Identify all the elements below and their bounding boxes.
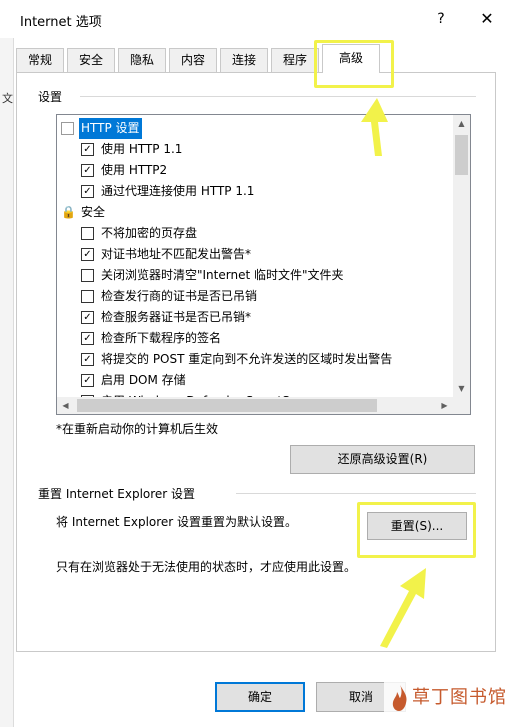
settings-option[interactable]: ✓ 检查所下载程序的签名 (59, 328, 451, 349)
tab-connections[interactable]: 连接 (220, 48, 268, 72)
tab-label: 连接 (231, 53, 256, 67)
restart-note: *在重新启动你的计算机后生效 (56, 422, 219, 436)
settings-option[interactable]: 不将加密的页存盘 (59, 223, 451, 244)
scroll-left-icon[interactable]: ◀ (57, 397, 74, 414)
tab-label: 程序 (282, 53, 307, 67)
background-window-edge: 文 (0, 38, 14, 727)
checkbox-checked[interactable]: ✓ (81, 353, 94, 366)
tab-content[interactable]: 内容 (169, 48, 217, 72)
restore-advanced-settings-button[interactable]: 还原高级设置(R) (290, 445, 475, 474)
tab-general[interactable]: 常规 (16, 48, 64, 72)
tab-label: 常规 (27, 53, 52, 67)
settings-option[interactable]: ✓ 将提交的 POST 重定向到不允许发送的区域时发出警告 (59, 349, 451, 370)
help-button[interactable]: ? (430, 8, 452, 30)
highlight-advanced-tab (314, 40, 394, 88)
window-title: Internet 选项 (20, 15, 102, 30)
flame-logo-icon (392, 685, 407, 711)
settings-group-label: 设置 (38, 88, 67, 105)
tab-label: 安全 (78, 53, 103, 67)
tab-label: 内容 (180, 53, 205, 67)
checkbox-unchecked[interactable] (81, 290, 94, 303)
settings-list: HTTP 设置 ✓ 使用 HTTP 1.1 ✓ 使用 HTTP2 ✓ 通过代理连接使用 HT… (59, 118, 451, 412)
option-label: 对证书地址不匹配发出警告* (101, 247, 252, 261)
checkbox-checked[interactable]: ✓ (81, 374, 94, 387)
horizontal-scroll-thumb[interactable] (77, 399, 377, 412)
highlight-reset-button (357, 502, 476, 558)
settings-option[interactable]: ✓ 检查服务器证书是否已吊销* (59, 307, 451, 328)
arrow-diagonal-icon (380, 568, 426, 648)
checkbox-checked[interactable]: ✓ (81, 164, 94, 177)
option-label: 检查发行商的证书是否已吊销 (101, 289, 258, 303)
watermark: 草丁图书馆 (384, 676, 511, 727)
settings-option[interactable]: ✓ 使用 HTTP2 (59, 160, 451, 181)
tab-security[interactable]: 安全 (67, 48, 115, 72)
tab-privacy[interactable]: 隐私 (118, 48, 166, 72)
settings-category[interactable]: 🔒 安全 (59, 202, 451, 223)
reset-group-line (236, 493, 476, 494)
option-label: 使用 HTTP 1.1 (101, 142, 183, 156)
checkbox-checked[interactable]: ✓ (81, 332, 94, 345)
title-bar: Internet 选项 ? ✕ (0, 0, 511, 38)
settings-option[interactable]: ✓ 对证书地址不匹配发出警告* (59, 244, 451, 265)
checkbox-checked[interactable]: ✓ (81, 248, 94, 261)
settings-option[interactable]: ✓ 启用 DOM 存储 (59, 370, 451, 391)
reset-note: 只有在浏览器处于无法使用的状态时，才应使用此设置。 (56, 560, 357, 574)
document-icon (61, 122, 74, 135)
horizontal-scrollbar[interactable]: ◀ ▶ (57, 397, 453, 414)
reset-group-label: 重置 Internet Explorer 设置 (38, 485, 200, 502)
option-label: 不将加密的页存盘 (101, 226, 198, 240)
settings-option[interactable]: ✓ 通过代理连接使用 HTTP 1.1 (59, 181, 451, 202)
settings-group-line (80, 96, 476, 97)
lock-icon: 🔒 (61, 205, 76, 219)
settings-option[interactable]: 关闭浏览器时清空"Internet 临时文件"文件夹 (59, 265, 451, 286)
checkbox-checked[interactable]: ✓ (81, 185, 94, 198)
option-label: 检查所下载程序的签名 (101, 331, 222, 345)
option-label: 通过代理连接使用 HTTP 1.1 (101, 184, 255, 198)
reset-description: 将 Internet Explorer 设置重置为默认设置。 (56, 515, 298, 529)
close-button[interactable]: ✕ (474, 8, 500, 30)
option-label: 启用 DOM 存储 (101, 373, 186, 387)
ok-button[interactable]: 确定 (215, 682, 305, 712)
settings-option[interactable]: 检查发行商的证书是否已吊销 (59, 286, 451, 307)
vertical-scroll-thumb[interactable] (455, 135, 468, 175)
watermark-text: 草丁图书馆 (412, 687, 507, 708)
category-label: HTTP 设置 (79, 118, 142, 139)
option-label: 检查服务器证书是否已吊销* (101, 310, 252, 324)
category-label: 安全 (81, 205, 106, 219)
vertical-scrollbar[interactable]: ▲ ▼ (453, 115, 470, 397)
settings-tree[interactable]: HTTP 设置 ✓ 使用 HTTP 1.1 ✓ 使用 HTTP2 ✓ 通过代理连接使用 HT… (56, 114, 471, 415)
checkbox-checked[interactable]: ✓ (81, 143, 94, 156)
option-label: 关闭浏览器时清空"Internet 临时文件"文件夹 (101, 268, 344, 282)
option-label: 使用 HTTP2 (101, 163, 168, 177)
arrow-up-icon (361, 98, 388, 156)
option-label: 将提交的 POST 重定向到不允许发送的区域时发出警告 (101, 352, 393, 366)
scrollbar-corner (453, 397, 470, 414)
scroll-down-icon[interactable]: ▼ (453, 380, 470, 397)
background-window-text: 文 (2, 92, 13, 105)
tab-programs[interactable]: 程序 (271, 48, 319, 72)
tab-label: 隐私 (129, 53, 154, 67)
checkbox-unchecked[interactable] (81, 227, 94, 240)
checkbox-checked[interactable]: ✓ (81, 311, 94, 324)
checkbox-unchecked[interactable] (81, 269, 94, 282)
scroll-right-icon[interactable]: ▶ (436, 397, 453, 414)
scroll-up-icon[interactable]: ▲ (453, 115, 470, 132)
